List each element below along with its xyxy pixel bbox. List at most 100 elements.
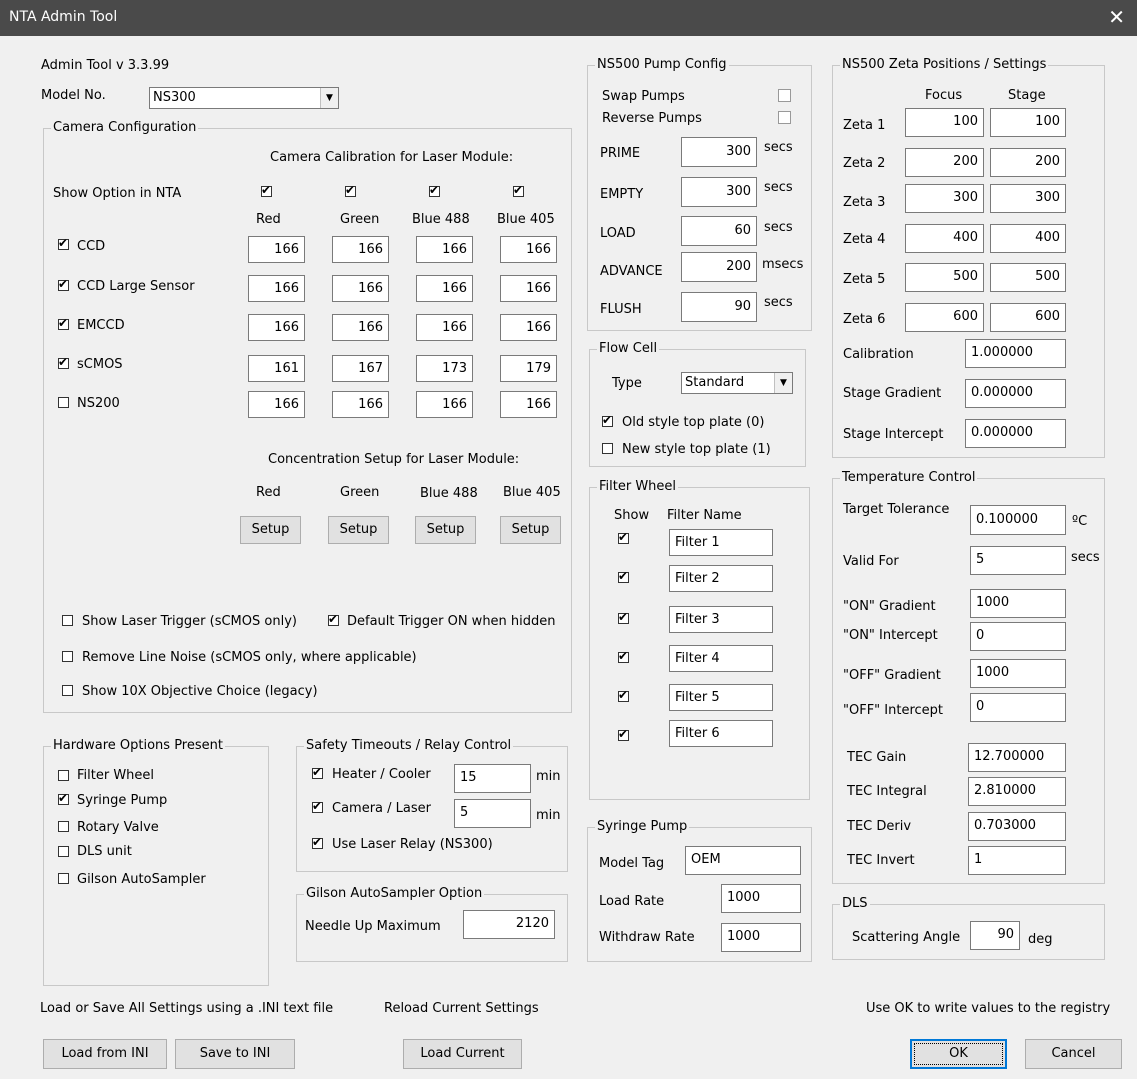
old-plate-checkbox[interactable] — [602, 412, 613, 428]
emccd-blue488-input[interactable]: 166 — [416, 314, 473, 341]
model-tag-input[interactable]: OEM — [685, 846, 801, 875]
ns200-blue488-input[interactable]: 166 — [416, 391, 473, 418]
off-gradient-input[interactable]: 1000 — [970, 659, 1066, 688]
ns200-checkbox[interactable] — [58, 397, 69, 408]
filter-1-checkbox[interactable] — [618, 529, 629, 545]
flush-input[interactable]: 90 — [681, 292, 757, 322]
ns200-blue405-input[interactable]: 166 — [500, 391, 557, 418]
stage-gradient-input[interactable]: 0.000000 — [965, 379, 1066, 408]
ccd-large-blue405-input[interactable]: 166 — [500, 275, 557, 302]
show-red-checkbox[interactable] — [261, 182, 272, 198]
tec-gain-input[interactable]: 12.700000 — [968, 743, 1066, 772]
ccd-large-red-input[interactable]: 166 — [248, 275, 305, 302]
filter-2-checkbox[interactable] — [618, 568, 629, 584]
scmos-green-input[interactable]: 167 — [332, 355, 389, 382]
show-blue405-checkbox[interactable] — [513, 182, 524, 198]
needle-up-input[interactable]: 2120 — [463, 910, 555, 939]
new-plate-checkbox[interactable] — [602, 443, 613, 454]
filter-3-input[interactable]: Filter 3 — [669, 606, 773, 633]
zeta-2-stage-input[interactable]: 200 — [990, 148, 1066, 177]
scmos-blue488-input[interactable]: 173 — [416, 355, 473, 382]
filter-4-input[interactable]: Filter 4 — [669, 645, 773, 672]
ns200-green-input[interactable]: 166 — [332, 391, 389, 418]
on-intercept-input[interactable]: 0 — [970, 622, 1066, 651]
ccd-checkbox[interactable] — [58, 235, 69, 251]
reverse-pumps-checkbox[interactable] — [778, 111, 791, 124]
scmos-blue405-input[interactable]: 179 — [500, 355, 557, 382]
objective-10x-checkbox[interactable] — [62, 685, 73, 696]
cancel-button[interactable]: Cancel — [1025, 1039, 1122, 1069]
flow-type-select[interactable]: Standard ▼ — [681, 372, 793, 394]
setup-blue488-button[interactable]: Setup — [415, 516, 476, 544]
scmos-red-input[interactable]: 161 — [248, 355, 305, 382]
ns200-red-input[interactable]: 166 — [248, 391, 305, 418]
hw-syringe-pump-checkbox[interactable] — [58, 790, 69, 806]
advance-input[interactable]: 200 — [681, 252, 757, 282]
off-intercept-input[interactable]: 0 — [970, 693, 1066, 722]
close-icon[interactable]: ✕ — [1108, 5, 1125, 29]
load-ini-button[interactable]: Load from INI — [43, 1039, 167, 1069]
load-current-button[interactable]: Load Current — [403, 1039, 522, 1069]
zeta-4-stage-input[interactable]: 400 — [990, 224, 1066, 253]
laser-trigger-checkbox[interactable] — [62, 615, 73, 626]
filter-2-input[interactable]: Filter 2 — [669, 565, 773, 592]
zeta-2-focus-input[interactable]: 200 — [905, 148, 984, 177]
ok-button[interactable]: OK — [910, 1039, 1007, 1069]
withdraw-rate-input[interactable]: 1000 — [721, 923, 801, 952]
filter-1-input[interactable]: Filter 1 — [669, 529, 773, 556]
camera-laser-checkbox[interactable] — [312, 798, 323, 814]
ccd-large-checkbox[interactable] — [58, 276, 69, 292]
prime-input[interactable]: 300 — [681, 137, 757, 167]
zeta-3-stage-input[interactable]: 300 — [990, 184, 1066, 213]
hw-rotary-valve-checkbox[interactable] — [58, 821, 69, 832]
ccd-red-input[interactable]: 166 — [248, 236, 305, 263]
emccd-green-input[interactable]: 166 — [332, 314, 389, 341]
zeta-6-stage-input[interactable]: 600 — [990, 303, 1066, 332]
emccd-red-input[interactable]: 166 — [248, 314, 305, 341]
on-gradient-input[interactable]: 1000 — [970, 589, 1066, 618]
hw-dls-unit-checkbox[interactable] — [58, 846, 69, 857]
tolerance-input[interactable]: 0.100000 — [970, 505, 1066, 535]
ccd-blue405-input[interactable]: 166 — [500, 236, 557, 263]
show-green-checkbox[interactable] — [345, 182, 356, 198]
tec-integral-input[interactable]: 2.810000 — [968, 777, 1066, 806]
emccd-checkbox[interactable] — [58, 315, 69, 331]
model-select[interactable]: NS300 ▼ — [149, 87, 339, 109]
filter-4-checkbox[interactable] — [618, 648, 629, 664]
valid-for-input[interactable]: 5 — [970, 546, 1066, 575]
zeta-1-focus-input[interactable]: 100 — [905, 108, 984, 137]
tec-invert-input[interactable]: 1 — [968, 846, 1066, 875]
zeta-4-focus-input[interactable]: 400 — [905, 224, 984, 253]
camera-laser-input[interactable]: 5 — [454, 799, 531, 828]
filter-5-checkbox[interactable] — [618, 687, 629, 703]
zeta-1-stage-input[interactable]: 100 — [990, 108, 1066, 137]
setup-red-button[interactable]: Setup — [240, 516, 301, 544]
ccd-blue488-input[interactable]: 166 — [416, 236, 473, 263]
default-trigger-checkbox[interactable] — [328, 611, 339, 627]
tec-deriv-input[interactable]: 0.703000 — [968, 812, 1066, 841]
empty-input[interactable]: 300 — [681, 177, 757, 207]
ccd-large-blue488-input[interactable]: 166 — [416, 275, 473, 302]
scmos-checkbox[interactable] — [58, 354, 69, 370]
heater-cooler-checkbox[interactable] — [312, 764, 323, 780]
zeta-6-focus-input[interactable]: 600 — [905, 303, 984, 332]
setup-blue405-button[interactable]: Setup — [500, 516, 561, 544]
zeta-3-focus-input[interactable]: 300 — [905, 184, 984, 213]
show-blue488-checkbox[interactable] — [429, 182, 440, 198]
zeta-5-focus-input[interactable]: 500 — [905, 263, 984, 292]
laser-relay-checkbox[interactable] — [312, 834, 323, 850]
filter-3-checkbox[interactable] — [618, 609, 629, 625]
heater-cooler-input[interactable]: 15 — [454, 764, 531, 793]
swap-pumps-checkbox[interactable] — [778, 89, 791, 102]
emccd-blue405-input[interactable]: 166 — [500, 314, 557, 341]
filter-6-input[interactable]: Filter 6 — [669, 720, 773, 747]
calibration-input[interactable]: 1.000000 — [965, 339, 1066, 368]
zeta-5-stage-input[interactable]: 500 — [990, 263, 1066, 292]
stage-intercept-input[interactable]: 0.000000 — [965, 419, 1066, 448]
line-noise-checkbox[interactable] — [62, 651, 73, 662]
filter-5-input[interactable]: Filter 5 — [669, 684, 773, 711]
hw-filter-wheel-checkbox[interactable] — [58, 770, 69, 781]
load-input[interactable]: 60 — [681, 216, 757, 246]
ccd-green-input[interactable]: 166 — [332, 236, 389, 263]
setup-green-button[interactable]: Setup — [328, 516, 389, 544]
